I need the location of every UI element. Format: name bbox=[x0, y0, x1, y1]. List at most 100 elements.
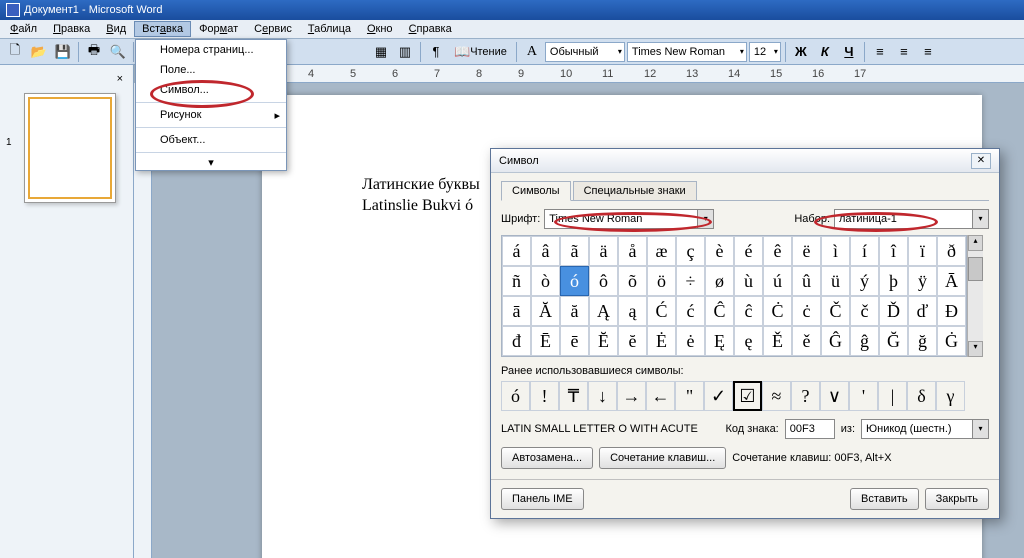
recent-char-cell[interactable]: ó bbox=[501, 381, 530, 411]
scroll-thumb[interactable] bbox=[968, 257, 983, 281]
char-cell[interactable]: Ě bbox=[763, 326, 792, 356]
page-thumbnail[interactable] bbox=[24, 93, 116, 203]
char-cell[interactable]: Ă bbox=[531, 296, 560, 326]
align-right-button[interactable]: ≡ bbox=[917, 41, 939, 63]
char-cell[interactable]: í bbox=[850, 236, 879, 266]
recent-char-cell[interactable]: ← bbox=[646, 381, 675, 411]
font-combo[interactable]: Times New Roman bbox=[627, 42, 747, 62]
recent-char-cell[interactable]: γ bbox=[936, 381, 965, 411]
char-cell[interactable]: Ĝ bbox=[821, 326, 850, 356]
menu-file[interactable]: Файл bbox=[2, 21, 45, 37]
char-cell[interactable]: û bbox=[792, 266, 821, 296]
menuitem-picture[interactable]: Рисунок bbox=[136, 105, 286, 125]
char-cell[interactable]: ñ bbox=[502, 266, 531, 296]
char-cell[interactable]: ď bbox=[908, 296, 937, 326]
scroll-down-icon[interactable]: ▾ bbox=[968, 341, 983, 357]
close-icon[interactable]: ✕ bbox=[971, 153, 991, 169]
char-cell[interactable]: ě bbox=[792, 326, 821, 356]
save-button[interactable]: 💾 bbox=[52, 41, 74, 63]
menu-expand-icon[interactable]: ▾ bbox=[136, 155, 286, 170]
char-cell[interactable]: Ę bbox=[705, 326, 734, 356]
recent-char-cell[interactable]: ₸ bbox=[559, 381, 588, 411]
menu-tools[interactable]: Сервис bbox=[246, 21, 300, 37]
char-cell[interactable]: ā bbox=[502, 296, 531, 326]
char-cell[interactable]: Ċ bbox=[763, 296, 792, 326]
char-cell[interactable]: Ė bbox=[647, 326, 676, 356]
char-cell[interactable]: á bbox=[502, 236, 531, 266]
char-cell[interactable]: ĕ bbox=[618, 326, 647, 356]
align-left-button[interactable]: ≡ bbox=[869, 41, 891, 63]
menu-table[interactable]: Таблица bbox=[300, 21, 359, 37]
table-icon[interactable]: ▦ bbox=[370, 41, 392, 63]
ime-panel-button[interactable]: Панель IME bbox=[501, 488, 584, 510]
tab-symbols[interactable]: Символы bbox=[501, 181, 571, 201]
dialog-titlebar[interactable]: Символ ✕ bbox=[491, 149, 999, 173]
char-cell[interactable]: č bbox=[850, 296, 879, 326]
recent-char-cell[interactable]: ☑ bbox=[733, 381, 762, 411]
char-cell[interactable]: Ć bbox=[647, 296, 676, 326]
char-cell[interactable]: ï bbox=[908, 236, 937, 266]
char-cell[interactable]: ó bbox=[560, 266, 589, 296]
char-cell[interactable]: Ď bbox=[879, 296, 908, 326]
underline-button[interactable]: Ч bbox=[838, 41, 860, 63]
recent-char-cell[interactable]: ∨ bbox=[820, 381, 849, 411]
reading-button[interactable]: 📖 Чтение bbox=[449, 41, 512, 63]
menu-help[interactable]: Справка bbox=[401, 21, 460, 37]
menuitem-object[interactable]: Объект... bbox=[136, 130, 286, 150]
char-cell[interactable]: Ā bbox=[937, 266, 966, 296]
char-cell[interactable]: ð bbox=[937, 236, 966, 266]
char-cell[interactable]: ę bbox=[734, 326, 763, 356]
recent-char-cell[interactable]: | bbox=[878, 381, 907, 411]
font-dropdown[interactable]: Times New Roman▾ bbox=[544, 209, 714, 229]
shortcut-button[interactable]: Сочетание клавиш... bbox=[599, 447, 726, 469]
recent-char-cell[interactable]: ' bbox=[849, 381, 878, 411]
align-center-button[interactable]: ≡ bbox=[893, 41, 915, 63]
char-cell[interactable]: ă bbox=[560, 296, 589, 326]
char-cell[interactable]: å bbox=[618, 236, 647, 266]
bold-button[interactable]: Ж bbox=[790, 41, 812, 63]
print-button[interactable]: 🖶 bbox=[83, 41, 105, 63]
close-button[interactable]: Закрыть bbox=[925, 488, 989, 510]
encoding-dropdown[interactable]: Юникод (шестн.)▾ bbox=[861, 419, 989, 439]
new-doc-button[interactable]: 🗋 bbox=[4, 41, 26, 63]
menu-edit[interactable]: Правка bbox=[45, 21, 98, 37]
fontsize-combo[interactable]: 12 bbox=[749, 42, 781, 62]
recent-char-cell[interactable]: ✓ bbox=[704, 381, 733, 411]
char-cell[interactable]: ë bbox=[792, 236, 821, 266]
char-cell[interactable]: ć bbox=[676, 296, 705, 326]
char-cell[interactable]: Č bbox=[821, 296, 850, 326]
char-cell[interactable]: ú bbox=[763, 266, 792, 296]
char-cell[interactable]: ì bbox=[821, 236, 850, 266]
char-cell[interactable]: ý bbox=[850, 266, 879, 296]
char-cell[interactable]: đ bbox=[502, 326, 531, 356]
char-cell[interactable]: î bbox=[879, 236, 908, 266]
menu-view[interactable]: Вид bbox=[98, 21, 134, 37]
recent-char-cell[interactable]: " bbox=[675, 381, 704, 411]
char-cell[interactable]: Ē bbox=[531, 326, 560, 356]
subset-dropdown[interactable]: латиница-1▾ bbox=[834, 209, 989, 229]
char-cell[interactable]: ê bbox=[763, 236, 792, 266]
char-cell[interactable]: ô bbox=[589, 266, 618, 296]
style-combo[interactable]: Обычный bbox=[545, 42, 625, 62]
char-cell[interactable]: ĉ bbox=[734, 296, 763, 326]
open-button[interactable]: 📂 bbox=[28, 41, 50, 63]
char-cell[interactable]: æ bbox=[647, 236, 676, 266]
char-cell[interactable]: ē bbox=[560, 326, 589, 356]
grid-scrollbar[interactable]: ▴ ▾ bbox=[967, 235, 983, 357]
char-cell[interactable]: è bbox=[705, 236, 734, 266]
style-a-icon[interactable]: A bbox=[521, 41, 543, 63]
char-cell[interactable]: ÷ bbox=[676, 266, 705, 296]
scroll-up-icon[interactable]: ▴ bbox=[968, 235, 983, 251]
char-cell[interactable]: ü bbox=[821, 266, 850, 296]
char-cell[interactable]: é bbox=[734, 236, 763, 266]
char-cell[interactable]: ä bbox=[589, 236, 618, 266]
panel-close-icon[interactable]: × bbox=[6, 71, 127, 87]
char-cell[interactable]: ç bbox=[676, 236, 705, 266]
char-cell[interactable]: ÿ bbox=[908, 266, 937, 296]
autocorrect-button[interactable]: Автозамена... bbox=[501, 447, 593, 469]
char-cell[interactable]: â bbox=[531, 236, 560, 266]
menu-format[interactable]: Формат bbox=[191, 21, 246, 37]
char-cell[interactable]: ė bbox=[676, 326, 705, 356]
menu-insert[interactable]: Вставка bbox=[134, 21, 191, 37]
tab-special[interactable]: Специальные знаки bbox=[573, 181, 697, 200]
